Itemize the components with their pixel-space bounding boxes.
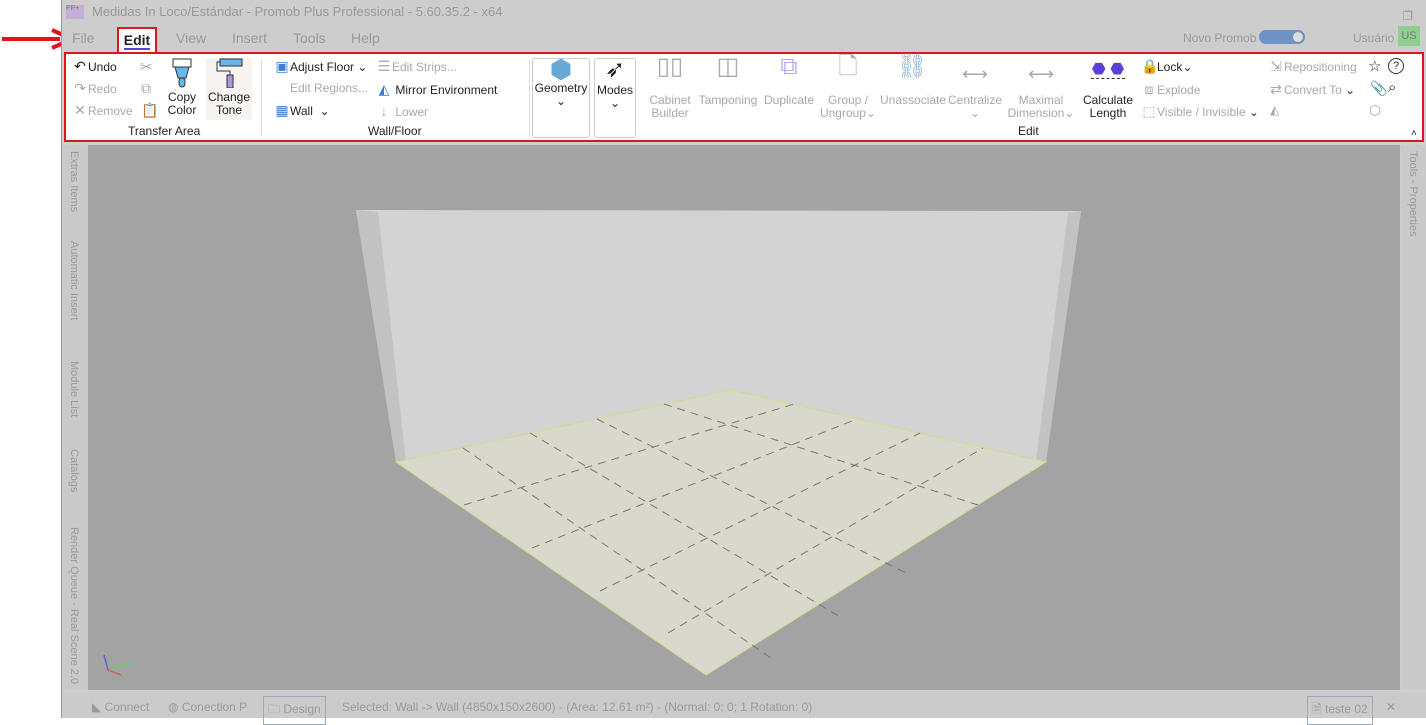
wall-button[interactable]: ▦Wall ⌄ [274,102,329,119]
paintbrush-icon [172,58,192,88]
strips-icon: ☰ [377,58,391,74]
geometry-button[interactable]: ⬢ Geometry ⌄ [532,54,590,138]
arrow-down-icon: ↓ [380,103,388,119]
undo-button[interactable]: ↶ Undo [72,58,117,75]
mirror-icon[interactable]: ◭ [1270,103,1279,117]
menu-file[interactable]: File [72,30,95,46]
menu-view[interactable]: View [176,30,206,46]
horizontal-arrows-icon: ⟷ [1028,64,1054,84]
collapse-ribbon-icon[interactable]: ˄ [1411,128,1417,139]
tab-render-queue[interactable]: Render Queue - Real Scene 2.0 [68,527,80,684]
menu-tools[interactable]: Tools [293,30,326,46]
paint-roller-icon [216,58,243,89]
copy-color-button[interactable]: Copy Color [162,58,202,117]
floor-icon: ▣ [275,58,289,74]
duplicate-icon: ⧉ [780,53,798,80]
redo-icon: ↷ [74,80,86,96]
left-panel-tabs: Extras Items Automatic Insert Module Lis… [62,145,88,690]
measure-icon: ⬣ ⬣ [1091,61,1125,79]
group-label-wall-floor: Wall/Floor [368,124,422,138]
undo-icon: ↶ [74,58,86,74]
cube-icon: ⬢ [549,54,573,84]
remove-button[interactable]: ✕ Remove [72,102,133,119]
lock-button[interactable]: 🔒Lock⌄ [1141,58,1192,75]
redo-button[interactable]: ↷ Redo [72,80,117,97]
menu-help[interactable]: Help [351,30,380,46]
tab-catalogs[interactable]: Catalogs [68,449,80,492]
axis-gizmo [103,654,134,676]
group-ungroup-button[interactable]: 🗋 Group / Ungroup⌄ [818,53,878,120]
paste-icon[interactable]: 📋 [141,102,158,119]
right-panel-tabs: Tools - Properties [1401,145,1426,690]
visible-invisible-button[interactable]: ⬚Visible / Invisible ⌄ [1141,103,1259,120]
reposition-icon: ⇲ [1270,58,1282,74]
unlink-icon: ⛓ [896,53,928,80]
user-label: Usuário [1353,31,1395,45]
tab-extras-items[interactable]: Extras Items [68,151,80,212]
duplicate-button[interactable]: ⧉ Duplicate [762,53,816,107]
app-logo: PP+ [66,5,84,19]
status-bar: ◣ Connect ◍ Conection P 🗀 Design Selecte… [62,692,1426,725]
room-scene [103,210,1081,676]
conection-button[interactable]: ◍ Conection P [168,700,247,714]
novo-promob-label: Novo Promob [1183,31,1257,45]
convert-to-button[interactable]: ⇄ Convert To ⌄ [1268,81,1355,98]
centralize-button[interactable]: ⟷ Centralize ⌄ [946,60,1004,120]
menu-bar: File Edit View Insert Tools Help Novo Pr… [62,24,1426,53]
edit-regions-button[interactable]: Edit Regions... [290,81,368,95]
cabinet-builder-button[interactable]: ▯▯ Cabinet Builder [646,53,694,120]
mirror-environment-button[interactable]: ◭ Mirror Environment [376,81,498,98]
maximal-dimension-button[interactable]: ⟷ Maximal Dimension⌄ [1006,60,1076,120]
menu-edit[interactable]: Edit [117,27,157,53]
horizontal-arrows-icon: ⟷ [962,64,988,84]
convert-icon: ⇄ [1270,81,1282,97]
copy-icon[interactable]: ⧉ [141,80,151,97]
lower-button[interactable]: ↓ Lower [376,103,429,119]
ribbon: ↶ Undo ↷ Redo ✕ Remove ✂ ⧉ 📋 Copy Color Chan… [64,52,1424,142]
adjust-floor-button[interactable]: ▣Adjust Floor ⌄ [274,58,367,75]
group-icon: 🗋 [838,53,858,80]
unassociate-button[interactable]: ⛓ Unassociate [880,53,946,107]
selection-status: Selected: Wall -> Wall (4850x150x2600) -… [342,700,813,714]
explode-icon: ⧈ [1144,81,1154,97]
explode-button[interactable]: ⧈ Explode [1141,81,1201,98]
close-icon: ✕ [74,102,86,118]
star-icon[interactable]: ☆ [1368,57,1381,75]
title-bar: PP+ Medidas In Loco/Estándar - Promob Pl… [62,0,1426,24]
edit-strips-button[interactable]: ☰ Edit Strips... [376,58,457,75]
visibility-icon: ⬚ [1142,103,1156,119]
3d-viewport[interactable] [88,145,1400,690]
lock-icon: 🔒 [1141,58,1159,74]
change-tone-button[interactable]: Change Tone [206,58,252,120]
tab-module-list[interactable]: Module List [68,361,80,417]
tag-icon[interactable]: ⬡ [1369,102,1381,119]
tab-tools-properties[interactable]: Tools - Properties [1407,151,1419,237]
document-tab[interactable]: 🗎 teste 02 [1307,696,1373,725]
avatar[interactable]: US [1398,26,1420,46]
search-icon[interactable]: ⌕ [1388,79,1396,96]
cut-icon[interactable]: ✂ [140,58,153,76]
modes-button[interactable]: ➶ Modes ⌄ [594,58,636,138]
window-title: Medidas In Loco/Estándar - Promob Plus P… [92,4,503,19]
calculate-length-button[interactable]: ⬣ ⬣ Calculate Length [1078,60,1138,120]
tamponing-icon: ◫ [716,53,740,80]
group-label-edit: Edit [1018,124,1039,138]
help-icon[interactable]: ? [1388,58,1404,74]
paperclip-icon[interactable]: 📎 [1370,80,1387,97]
cursor-icon: ➶ [604,56,626,83]
menu-insert[interactable]: Insert [232,30,267,46]
novo-promob-toggle[interactable] [1259,30,1305,44]
close-document-icon[interactable]: ✕ [1386,700,1396,714]
tab-automatic-insert[interactable]: Automatic Insert [68,241,80,320]
repositioning-button[interactable]: ⇲ Repositioning [1268,58,1357,75]
cabinet-icon: ▯▯ [656,53,684,80]
group-label-transfer-area: Transfer Area [128,124,201,138]
mirror-icon: ◭ [378,81,390,97]
app-window: PP+ Medidas In Loco/Estándar - Promob Pl… [61,0,1426,725]
design-button[interactable]: 🗀 Design [263,696,326,725]
tamponing-button[interactable]: ◫ Tamponing [698,53,758,107]
wall-icon: ▦ [275,102,289,118]
connect-button[interactable]: ◣ Connect [92,700,149,714]
